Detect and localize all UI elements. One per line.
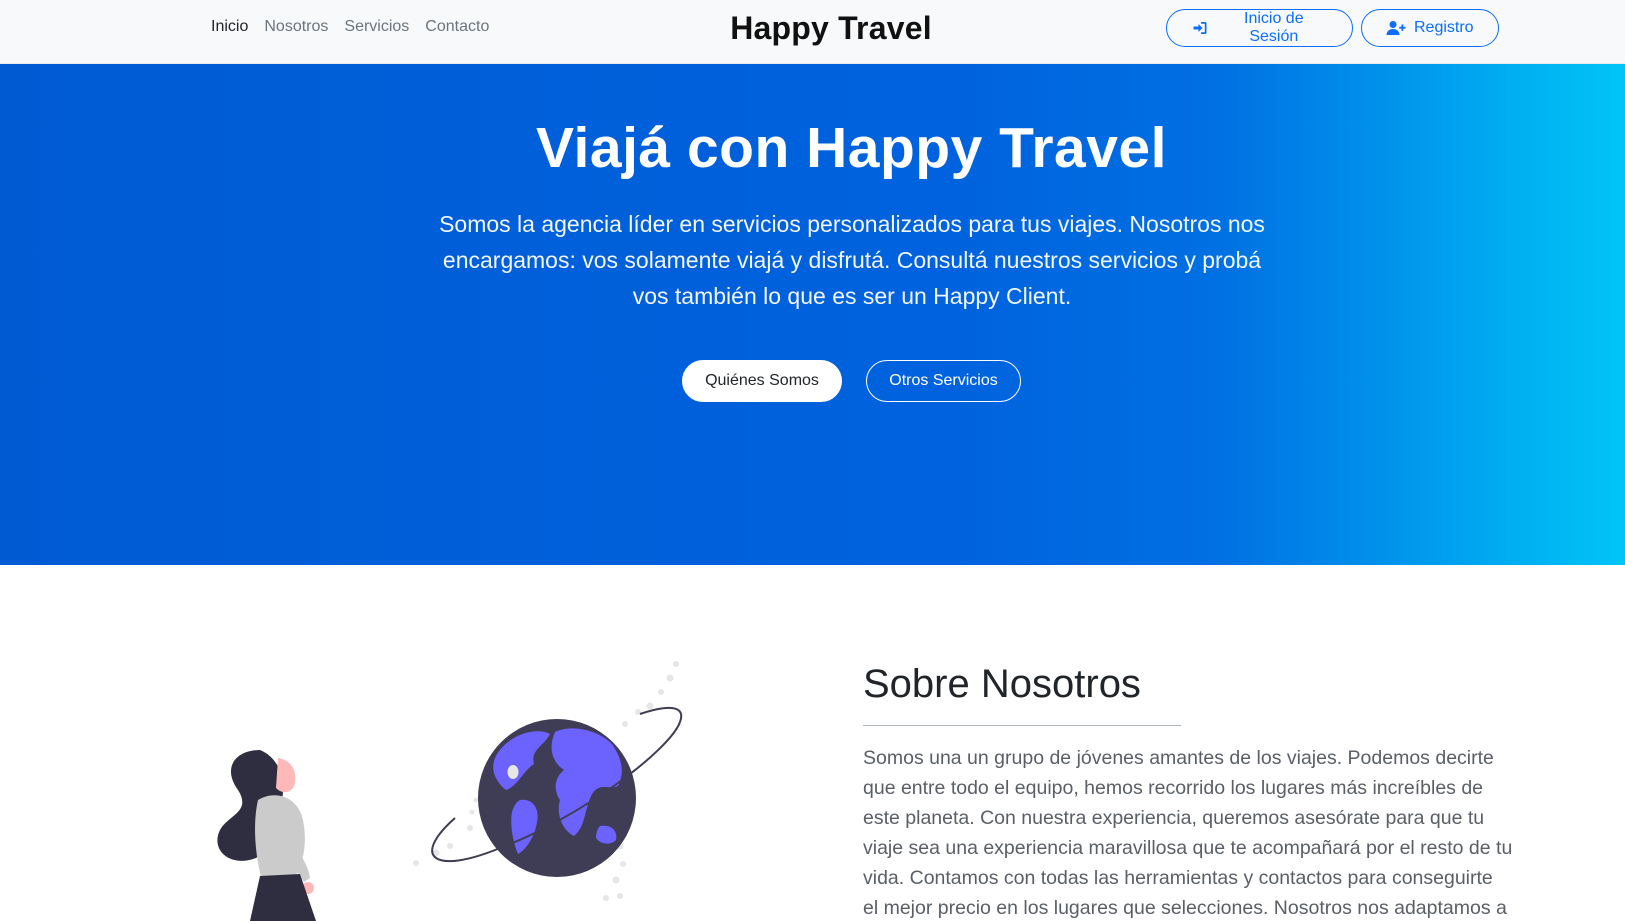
quienes-somos-button[interactable]: Quiénes Somos — [682, 360, 842, 402]
user-plus-icon — [1386, 20, 1406, 36]
about-description: Somos una un grupo de jóvenes amantes de… — [863, 747, 1513, 919]
title-divider — [863, 725, 1181, 726]
about-title-light: Sobre — [863, 662, 970, 706]
hero-title: Viajá con Happy Travel — [536, 116, 1167, 180]
sign-in-icon — [1191, 20, 1209, 36]
highlight-spot — [507, 765, 519, 779]
register-label: Registro — [1414, 19, 1474, 36]
hero-description: Somos la agencia líder en servicios pers… — [439, 211, 1265, 309]
navbar: Inicio Nosotros Servicios Contacto Happy… — [0, 0, 1625, 64]
auth-buttons: Inicio de Sesión Registro — [1166, 9, 1499, 47]
woman-figure — [217, 750, 316, 921]
travel-illustration — [217, 661, 683, 921]
about-title-bold: Nosotros — [980, 662, 1141, 706]
hero-buttons: Quiénes Somos Otros Servicios — [682, 360, 1021, 402]
login-label: Inicio de Sesión — [1244, 10, 1304, 45]
login-button[interactable]: Inicio de Sesión — [1166, 9, 1353, 47]
otros-servicios-button[interactable]: Otros Servicios — [866, 360, 1021, 402]
register-button[interactable]: Registro — [1361, 9, 1499, 47]
about-title: Sobre Nosotros — [863, 662, 1141, 707]
hero-section: Viajá con Happy Travel Somos la agencia … — [0, 64, 1625, 565]
